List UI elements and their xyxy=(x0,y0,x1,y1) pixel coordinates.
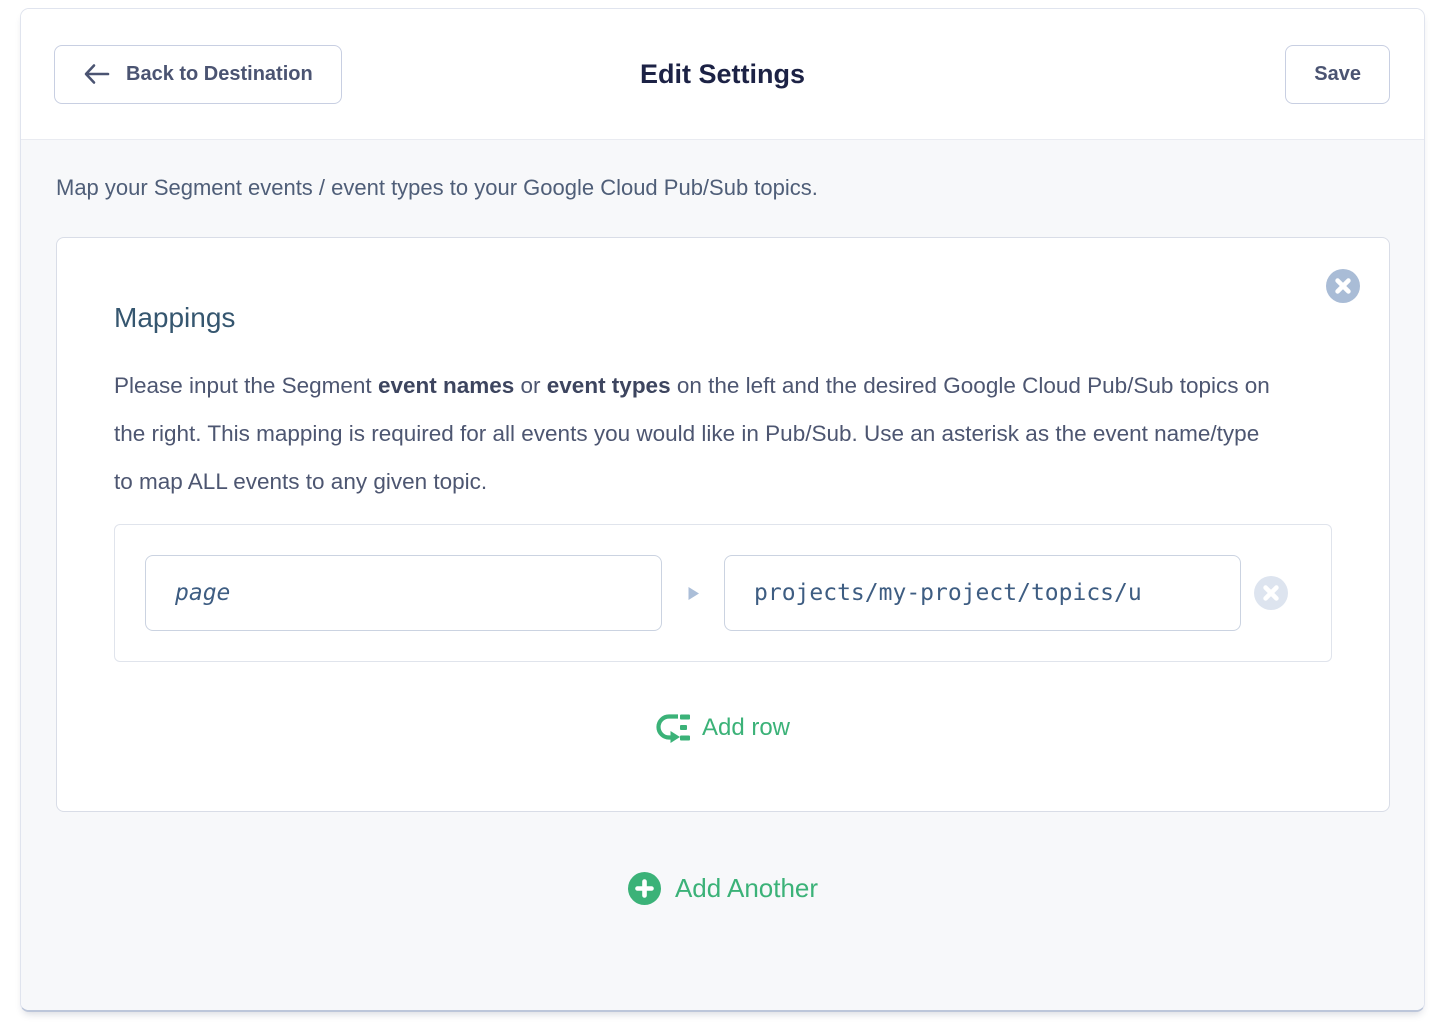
arrow-left-icon xyxy=(83,63,110,85)
mapping-row xyxy=(114,524,1332,662)
add-another-button[interactable]: Add Another xyxy=(628,872,818,905)
triangle-right-icon xyxy=(662,585,724,602)
circle-plus-icon xyxy=(628,872,661,905)
remove-row-button[interactable] xyxy=(1254,576,1288,610)
back-button-label: Back to Destination xyxy=(126,63,313,86)
page-body: Map your Segment events / event types to… xyxy=(21,140,1424,1010)
mappings-description: Please input the Segment event names or … xyxy=(114,362,1284,506)
add-row-label: Add row xyxy=(702,714,790,742)
save-button[interactable]: Save xyxy=(1285,45,1390,104)
header: Back to Destination Edit Settings Save xyxy=(21,9,1424,140)
add-another-label: Add Another xyxy=(675,873,818,904)
back-to-destination-button[interactable]: Back to Destination xyxy=(54,45,342,104)
add-row-button[interactable]: Add row xyxy=(656,712,790,743)
edit-settings-page: Back to Destination Edit Settings Save M… xyxy=(20,8,1425,1012)
event-name-input[interactable] xyxy=(145,555,662,631)
intro-text: Map your Segment events / event types to… xyxy=(56,173,1390,203)
close-icon xyxy=(1254,598,1288,613)
close-icon xyxy=(1326,291,1360,306)
mappings-title: Mappings xyxy=(114,300,1332,336)
pubsub-topic-input[interactable] xyxy=(724,555,1241,631)
insert-row-icon xyxy=(656,712,690,743)
mappings-card: Mappings Please input the Segment event … xyxy=(56,237,1390,812)
remove-setting-button[interactable] xyxy=(1326,269,1360,303)
